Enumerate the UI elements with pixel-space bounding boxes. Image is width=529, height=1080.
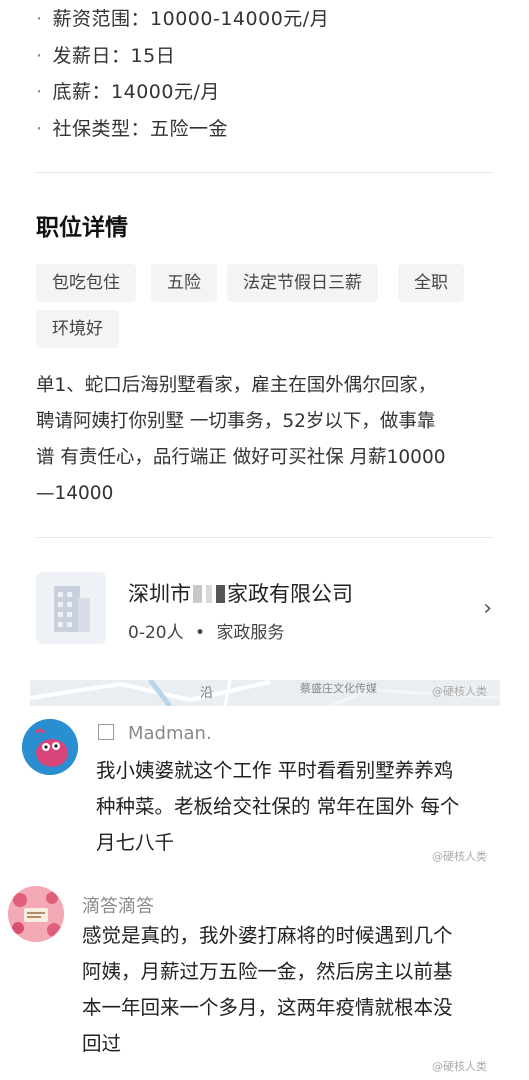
- redaction-mark: [206, 585, 212, 603]
- comment-line: 阿姨，月薪过万五险一金，然后房主以前基: [82, 960, 453, 983]
- map-label: 沿: [200, 686, 214, 701]
- salary-range: · 薪资范围：10000-14000元/月: [36, 4, 329, 31]
- tag-insurance: 五险: [151, 264, 217, 302]
- job-detail-panel: · 薪资范围：10000-14000元/月 · 发薪日：15日 · 底薪：14000元…: [0, 0, 529, 706]
- company-size: 0-20人: [128, 623, 184, 643]
- bullet: ·: [36, 8, 43, 30]
- redaction-mark: [193, 585, 202, 603]
- section-title: 职位详情: [36, 215, 128, 241]
- comment-line: 我小姨婆就这个工作 平时看看别墅养养鸡: [96, 759, 454, 782]
- divider: [36, 172, 493, 173]
- comment-line: 种种菜。老板给交社保的 常年在国外 每个: [96, 795, 460, 818]
- watermark: @硬核人类: [432, 850, 487, 863]
- company-meta: 0-20人 • 家政服务: [128, 618, 284, 643]
- social-insurance: · 社保类型：五险一金: [36, 114, 228, 141]
- tag-full-time: 全职: [398, 264, 464, 302]
- comment-line: 回过: [82, 1032, 122, 1055]
- map-preview[interactable]: 沿 蔡盛庄文化传媒: [30, 680, 500, 706]
- tag-holiday-pay: 法定节假日三薪: [227, 264, 378, 302]
- comment-body: 我小姨婆就这个工作 平时看看别墅养养鸡 种种菜。老板给交社保的 常年在国外 每个…: [96, 753, 516, 861]
- company-name-prefix: 深圳市: [128, 582, 191, 606]
- social-insurance-text: 社保类型：五险一金: [52, 118, 229, 140]
- comment-line: 本一年回来一个多月，这两年疫情就根本没: [82, 996, 453, 1019]
- pay-day-text: 发薪日：15日: [52, 45, 176, 67]
- company-industry: 家政服务: [216, 623, 285, 643]
- avatar[interactable]: [8, 886, 64, 942]
- description-line: 谱 有责任心，品行端正 做好可买社保 月薪10000: [36, 447, 446, 468]
- building-icon: [36, 572, 106, 644]
- bullet: ·: [36, 45, 43, 67]
- comment-username[interactable]: 滴答滴答: [82, 892, 154, 918]
- description-line: 聘请阿姨打你别墅 一切事务，52岁以下，做事靠: [36, 411, 436, 432]
- comment: Madman. 我小姨婆就这个工作 平时看看别墅养养鸡 种种菜。老板给交社保的 …: [0, 705, 529, 865]
- bullet: ·: [36, 81, 43, 103]
- description-line: —14000: [36, 483, 114, 504]
- bullet: ·: [36, 118, 43, 140]
- comment-username[interactable]: Madman.: [98, 723, 212, 744]
- description-line: 单1、蛇口后海别墅看家，雇主在国外偶尔回家，: [36, 375, 437, 396]
- checkbox-icon: [98, 724, 114, 740]
- watermark: @硬核人类: [432, 685, 487, 698]
- divider: [36, 537, 493, 538]
- company-name: 深圳市 家政有限公司: [128, 578, 353, 608]
- tag-environment: 环境好: [36, 310, 119, 348]
- tag-meals-housing: 包吃包住: [36, 264, 136, 302]
- company-name-suffix: 家政有限公司: [227, 582, 353, 606]
- meta-separator: •: [195, 623, 206, 643]
- map-label: 蔡盛庄文化传媒: [300, 682, 377, 695]
- comment-line: 感觉是真的，我外婆打麻将的时候遇到几个: [82, 924, 453, 947]
- job-description: 单1、蛇口后海别墅看家，雇主在国外偶尔回家， 聘请阿姨打你别墅 一切事务，52岁…: [36, 368, 496, 512]
- comment: 滴答滴答 感觉是真的，我外婆打麻将的时候遇到几个 阿姨，月薪过万五险一金，然后房…: [0, 876, 529, 1080]
- base-salary-text: 底薪：14000元/月: [52, 81, 220, 103]
- avatar[interactable]: [22, 719, 78, 775]
- redaction-mark: [216, 585, 225, 603]
- username-text: Madman.: [128, 723, 212, 744]
- watermark: @硬核人类: [432, 1060, 487, 1073]
- base-salary: · 底薪：14000元/月: [36, 77, 220, 104]
- chevron-right-icon: ›: [483, 596, 492, 621]
- pay-day: · 发薪日：15日: [36, 41, 175, 68]
- company-card[interactable]: 深圳市 家政有限公司 0-20人 • 家政服务 ›: [36, 572, 496, 650]
- salary-range-text: 薪资范围：10000-14000元/月: [52, 8, 330, 30]
- comment-body: 感觉是真的，我外婆打麻将的时候遇到几个 阿姨，月薪过万五险一金，然后房主以前基 …: [82, 918, 502, 1062]
